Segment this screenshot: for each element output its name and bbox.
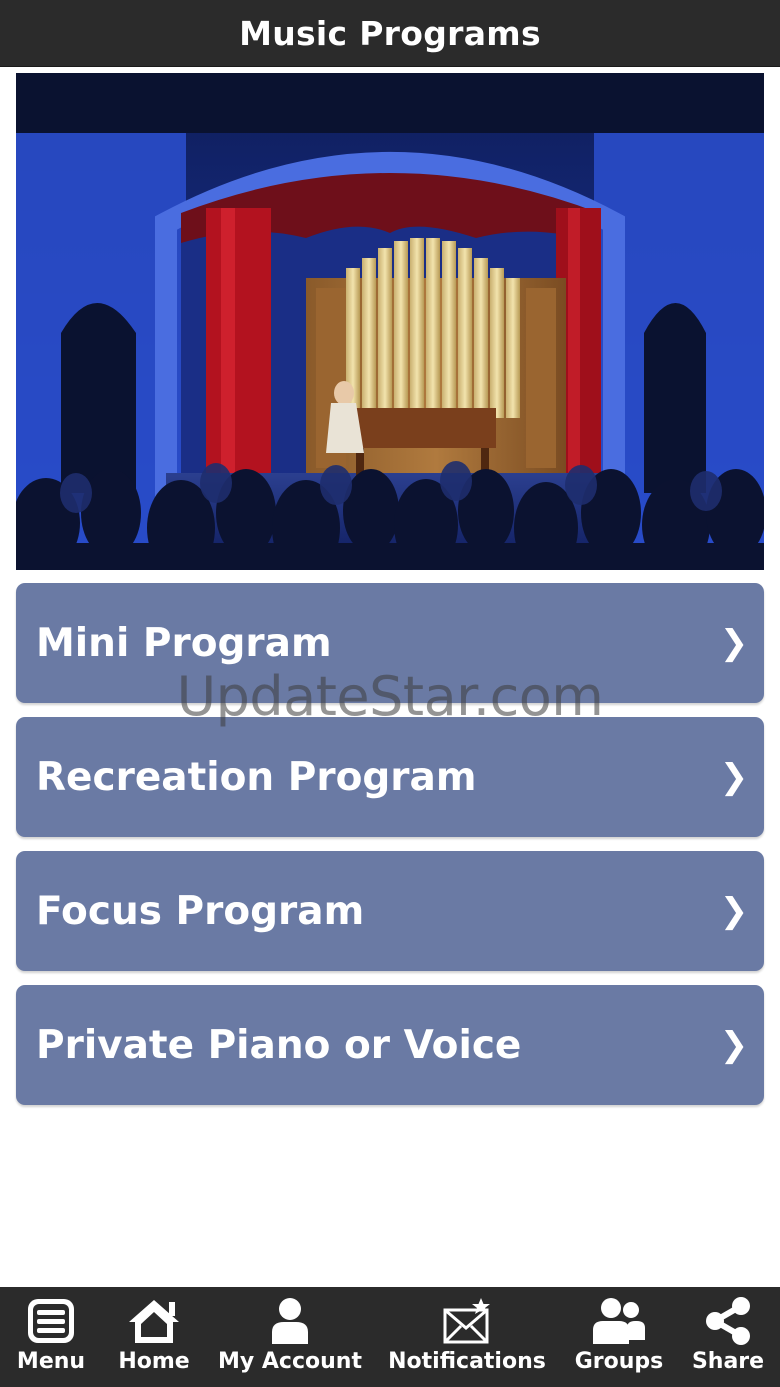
chevron-right-icon: ❯ [719,623,749,663]
nav-share[interactable]: Share [690,1287,766,1387]
account-icon [268,1287,312,1349]
nav-label: Home [118,1349,190,1374]
nav-label: Groups [574,1349,664,1374]
nav-label: Menu [16,1349,86,1374]
nav-groups[interactable]: Groups [574,1287,664,1387]
stage-illustration [16,73,764,570]
share-icon [703,1287,753,1349]
hero-image [16,73,764,570]
nav-menu[interactable]: Menu [8,1287,94,1387]
top-bar: Music Programs [0,0,780,67]
notifications-icon [441,1287,493,1349]
program-label: Private Piano or Voice [36,1022,522,1068]
program-button-focus[interactable]: Focus Program ❯ [16,851,764,971]
chevron-right-icon: ❯ [719,891,749,931]
groups-icon [591,1287,647,1349]
nav-notifications[interactable]: Notifications [388,1287,546,1387]
home-icon [125,1287,183,1349]
program-label: Mini Program [36,620,332,666]
nav-home[interactable]: Home [112,1287,196,1387]
menu-icon [25,1287,77,1349]
nav-label: Share [691,1349,765,1374]
program-list: Mini Program ❯ Recreation Program ❯ Focu… [16,583,764,1119]
chevron-right-icon: ❯ [719,757,749,797]
chevron-right-icon: ❯ [719,1025,749,1065]
nav-label: Notifications [388,1349,546,1374]
program-button-private[interactable]: Private Piano or Voice ❯ [16,985,764,1105]
page-title: Music Programs [239,13,541,53]
program-button-recreation[interactable]: Recreation Program ❯ [16,717,764,837]
nav-label: My Account [218,1349,362,1374]
program-button-mini[interactable]: Mini Program ❯ [16,583,764,703]
bottom-nav: Menu Home My Account Notifications Group… [0,1287,780,1387]
nav-my-account[interactable]: My Account [218,1287,362,1387]
program-label: Recreation Program [36,754,477,800]
program-label: Focus Program [36,888,365,934]
